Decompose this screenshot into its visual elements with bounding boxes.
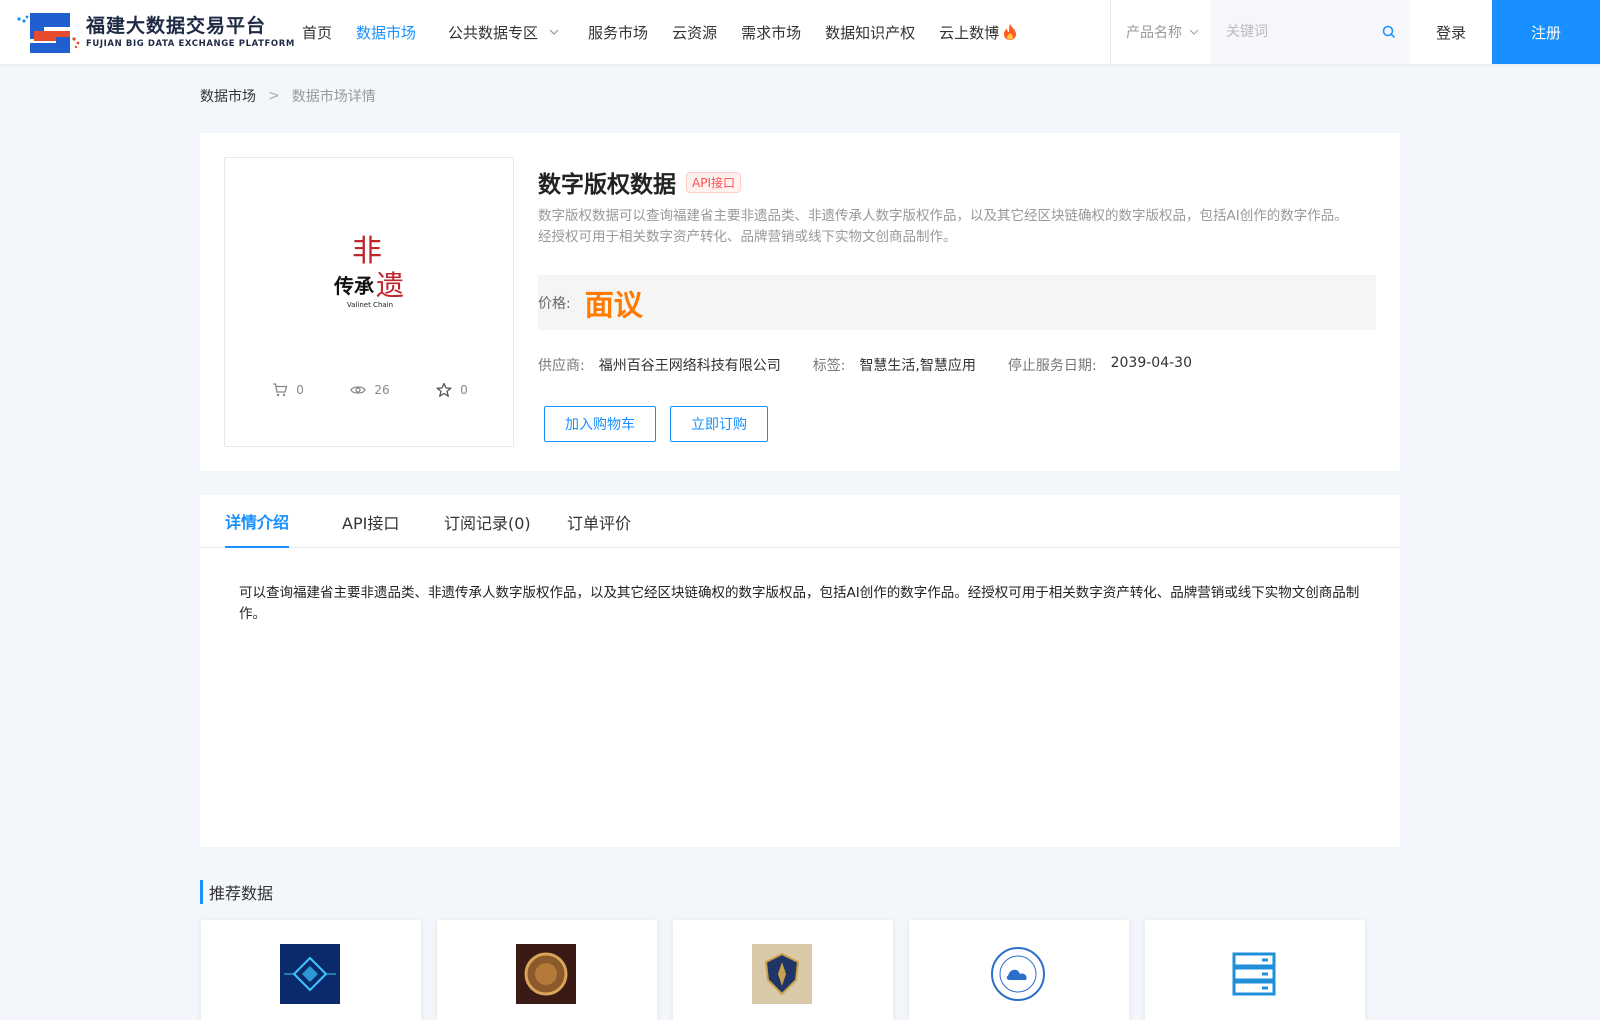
product-type-badge: API接口 <box>686 171 741 193</box>
breadcrumb-current: 数据市场详情 <box>291 89 376 105</box>
nav-cloud-resources[interactable]: 云资源 <box>672 22 717 43</box>
chevron-down-icon <box>549 29 559 35</box>
tab-bar: 详情介绍 API接口 订阅记录(0) 订单评价 <box>200 495 1400 548</box>
nav-cloud-expo-label: 云上数博 <box>939 23 1000 42</box>
cart-icon <box>273 383 288 397</box>
recommend-card[interactable] <box>673 920 893 1020</box>
logo-subtitle: FUJIAN BIG DATA EXCHANGE PLATFORM <box>86 39 295 49</box>
product-card: 非 传承 遗 Valinet Chain 0 26 0 数字版权数据 API接口… <box>200 133 1400 471</box>
logo-title: 福建大数据交易平台 <box>86 15 267 37</box>
add-to-cart-button[interactable]: 加入购物车 <box>544 406 656 442</box>
tags-value: 智慧生活,智慧应用 <box>859 358 976 374</box>
nav-data-ip[interactable]: 数据知识产权 <box>825 22 915 43</box>
main-nav: 首页 数据市场 公共数据专区 服务市场 云资源 需求市场 数据知识产权 云上数博 <box>302 0 1042 64</box>
header-divider <box>1110 0 1111 64</box>
recommend-card[interactable] <box>437 920 657 1020</box>
meta-stop-date: 停止服务日期: 2039-04-30 <box>1008 355 1192 375</box>
search-input[interactable] <box>1210 0 1360 64</box>
logo-char-fei: 非 <box>352 234 382 269</box>
product-image-box: 非 传承 遗 Valinet Chain 0 26 0 <box>224 157 514 447</box>
meta-supplier: 供应商: 福州百谷王网络科技有限公司 <box>538 355 781 375</box>
logo-caption: Valinet Chain <box>347 301 393 309</box>
price-value: 面议 <box>584 287 643 322</box>
stop-date-value: 2039-04-30 <box>1110 355 1192 371</box>
stat-favorites[interactable]: 0 <box>436 382 468 398</box>
price-label: 价格: <box>538 295 571 312</box>
product-description: 数字版权数据可以查询福建省主要非遗品类、非遗传承人数字版权作品，以及其它经区块链… <box>538 208 1348 245</box>
supplier-value: 福州百谷王网络科技有限公司 <box>598 358 781 374</box>
nav-data-market[interactable]: 数据市场 <box>356 22 416 43</box>
price-bar: 价格: 面议 <box>538 275 1376 330</box>
nav-home[interactable]: 首页 <box>302 22 332 43</box>
recommend-card[interactable] <box>201 920 421 1020</box>
product-meta-row: 供应商: 福州百谷王网络科技有限公司 标签: 智慧生活,智慧应用 停止服务日期:… <box>538 355 1224 375</box>
database-icon <box>1232 952 1276 996</box>
detail-text: 可以查询福建省主要非遗品类、非遗传承人数字版权作品，以及其它经区块链确权的数字版… <box>239 585 1360 622</box>
search-icon[interactable] <box>1382 25 1396 39</box>
nav-cloud-expo[interactable]: 云上数博 <box>939 22 1018 43</box>
product-actions: 加入购物车 立即订购 <box>544 406 782 442</box>
nav-public-data-label: 公共数据专区 <box>448 23 539 42</box>
login-button[interactable]: 登录 <box>1410 0 1492 64</box>
logo-text: 福建大数据交易平台 FUJIAN BIG DATA EXCHANGE PLATF… <box>86 14 295 50</box>
recommend-title: 推荐数据 <box>200 880 273 904</box>
logo-mark-icon <box>17 13 80 53</box>
recommend-card[interactable] <box>1145 920 1365 1020</box>
search-category-select[interactable]: 产品名称 <box>1126 0 1200 64</box>
breadcrumb: 数据市场 > 数据市场详情 <box>200 86 376 106</box>
stat-favorites-count: 0 <box>460 383 468 397</box>
product-title-row: 数字版权数据 API接口 <box>538 165 741 199</box>
site-logo[interactable]: 福建大数据交易平台 FUJIAN BIG DATA EXCHANGE PLATF… <box>16 9 295 55</box>
search-box <box>1210 0 1410 64</box>
supplier-label: 供应商: <box>538 358 585 374</box>
nav-public-data[interactable]: 公共数据专区 <box>448 22 560 43</box>
subscribe-button[interactable]: 立即订购 <box>670 406 768 442</box>
nav-service-market[interactable]: 服务市场 <box>588 22 648 43</box>
breadcrumb-home[interactable]: 数据市场 <box>200 86 256 106</box>
top-header: 福建大数据交易平台 FUJIAN BIG DATA EXCHANGE PLATF… <box>0 0 1600 64</box>
breadcrumb-separator: > <box>268 88 280 104</box>
logo-char-yi: 遗 <box>376 269 404 302</box>
product-stats: 0 26 0 <box>225 382 515 398</box>
star-icon <box>436 382 452 397</box>
recommend-card[interactable] <box>909 920 1129 1020</box>
stat-views: 26 <box>350 382 390 398</box>
data-chip-thumbnail <box>280 944 340 1004</box>
logo-char-chuancheng: 传承 <box>333 274 374 298</box>
tab-reviews[interactable]: 订单评价 <box>567 495 631 548</box>
product-logo-image: 非 传承 遗 Valinet Chain <box>333 234 404 309</box>
nav-demand-market[interactable]: 需求市场 <box>741 22 801 43</box>
tab-api[interactable]: API接口 <box>342 495 399 548</box>
coin-thumbnail <box>516 944 576 1004</box>
stat-views-count: 26 <box>374 383 390 397</box>
tags-label: 标签: <box>812 358 846 374</box>
weather-seal-thumbnail <box>988 944 1048 1004</box>
stop-date-label: 停止服务日期: <box>1007 358 1097 374</box>
tab-subscriptions[interactable]: 订阅记录(0) <box>444 495 531 548</box>
tab-details[interactable]: 详情介绍 <box>225 495 290 548</box>
stat-cart-count: 0 <box>296 383 304 397</box>
fire-icon <box>1004 24 1017 40</box>
product-title: 数字版权数据 <box>538 172 676 198</box>
chevron-down-icon <box>1189 29 1199 35</box>
eye-icon <box>350 386 367 394</box>
shield-thumbnail <box>752 944 812 1004</box>
detail-tabs-panel: 详情介绍 API接口 订阅记录(0) 订单评价 可以查询福建省主要非遗品类、非遗… <box>200 495 1400 847</box>
register-button[interactable]: 注册 <box>1492 0 1600 64</box>
meta-tags: 标签: 智慧生活,智慧应用 <box>813 355 976 375</box>
search-category-label: 产品名称 <box>1126 25 1182 41</box>
stat-cart: 0 <box>272 382 304 398</box>
